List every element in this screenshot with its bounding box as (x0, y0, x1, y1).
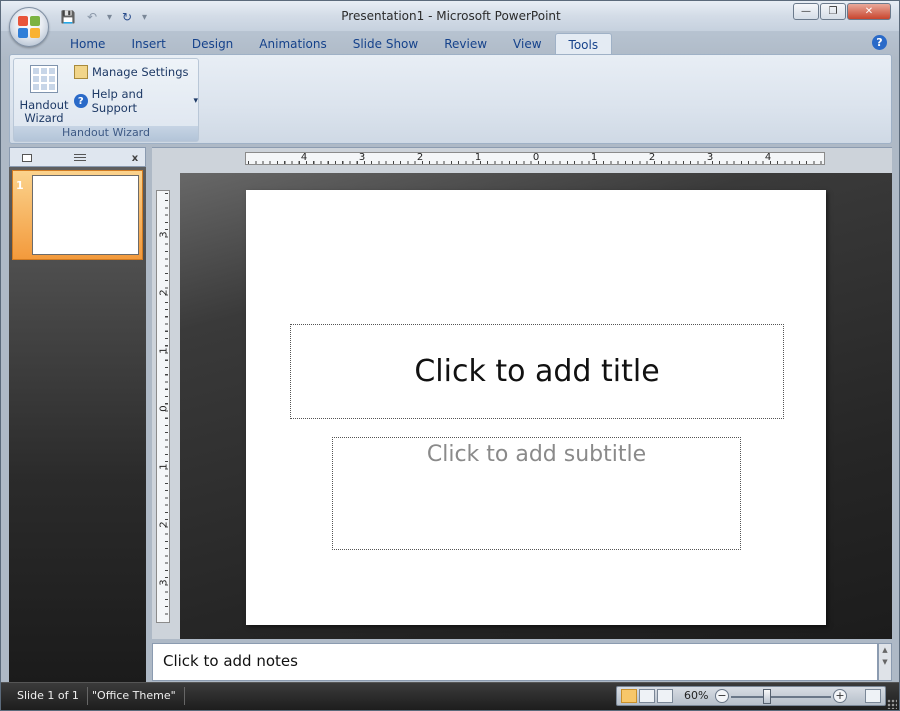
slide-thumbnail-1[interactable]: 1 (12, 170, 143, 260)
hruler-label: 3 (706, 152, 714, 163)
close-button[interactable]: ✕ (847, 3, 891, 20)
slides-tab-icon (22, 154, 32, 162)
group-label: Handout Wizard (14, 126, 198, 141)
hruler-label: 2 (648, 152, 656, 163)
slide-number: 1 (16, 179, 24, 192)
window-title: Presentation1 - Microsoft PowerPoint (341, 9, 561, 23)
slide-thumbnail-preview (32, 175, 139, 255)
vruler-label: 3 (158, 579, 170, 586)
handout-wizard-label-2: Wizard (24, 111, 64, 125)
slide-canvas[interactable]: Click to add title Click to add subtitle (246, 190, 826, 625)
zoom-out-button[interactable]: − (715, 689, 729, 703)
view-zoom-controls: 60% − + (616, 686, 886, 706)
slides-pane-tabs: x (9, 147, 146, 167)
hruler-label: 4 (764, 152, 772, 163)
handout-wizard-button[interactable]: Handout Wizard (18, 63, 70, 125)
slides-tab[interactable] (14, 150, 40, 166)
window-controls: — ❐ ✕ (793, 3, 891, 20)
subtitle-placeholder[interactable]: Click to add subtitle (332, 437, 741, 550)
tab-home[interactable]: Home (57, 33, 118, 55)
title-bar: 💾 ↶ ▾ ↻ ▾ Presentation1 - Microsoft Powe… (1, 1, 899, 31)
close-pane-icon[interactable]: x (129, 150, 141, 166)
fit-to-window-icon[interactable] (865, 689, 881, 703)
zoom-slider-thumb[interactable] (763, 689, 771, 704)
theme-status[interactable]: "Office Theme" (84, 687, 185, 705)
scroll-up-icon[interactable]: ▲ (879, 644, 891, 656)
vertical-ruler: 3 2 1 0 1 2 3 (156, 190, 170, 623)
tab-tools[interactable]: Tools (554, 33, 613, 55)
notes-scrollbar[interactable]: ▲ ▼ (878, 643, 892, 681)
slide-show-view-icon[interactable] (657, 689, 673, 703)
help-support-button[interactable]: ? Help and Support ▾ (74, 87, 198, 115)
hruler-label: 1 (590, 152, 598, 163)
tab-view[interactable]: View (500, 33, 554, 55)
scroll-down-icon[interactable]: ▼ (879, 656, 891, 668)
minimize-button[interactable]: — (793, 3, 819, 20)
tab-insert[interactable]: Insert (118, 33, 178, 55)
vruler-label: 0 (158, 405, 170, 412)
office-button[interactable] (9, 7, 49, 47)
vruler-label: 3 (158, 231, 170, 238)
tab-slide-show[interactable]: Slide Show (340, 33, 431, 55)
outline-tab[interactable] (62, 150, 98, 166)
manage-settings-button[interactable]: Manage Settings (74, 65, 189, 79)
hruler-label: 3 (358, 152, 366, 163)
ribbon-tabs: Home Insert Design Animations Slide Show… (57, 33, 613, 55)
office-logo-icon (18, 16, 40, 38)
horizontal-ruler: 4 3 2 1 0 1 2 3 4 (245, 152, 825, 165)
title-placeholder[interactable]: Click to add title (290, 324, 784, 419)
handout-wizard-group: Handout Wizard Manage Settings ? Help an… (13, 58, 199, 142)
help-icon[interactable]: ? (872, 35, 887, 50)
hruler-label: 2 (416, 152, 424, 163)
zoom-slider-track[interactable] (731, 696, 831, 698)
slide-sorter-view-icon[interactable] (639, 689, 655, 703)
hruler-label: 0 (532, 152, 540, 163)
ribbon: Handout Wizard Manage Settings ? Help an… (9, 54, 892, 144)
normal-view-icon[interactable] (621, 689, 637, 703)
vruler-label: 2 (158, 521, 170, 528)
status-bar: Slide 1 of 1 "Office Theme" 60% − + (1, 682, 899, 710)
zoom-in-button[interactable]: + (833, 689, 847, 703)
tab-design[interactable]: Design (179, 33, 246, 55)
settings-icon (74, 65, 88, 79)
maximize-button[interactable]: ❐ (820, 3, 846, 20)
chevron-down-icon: ▾ (193, 96, 198, 106)
manage-settings-label: Manage Settings (92, 65, 189, 79)
vruler-label: 1 (158, 463, 170, 470)
powerpoint-window: 💾 ↶ ▾ ↻ ▾ Presentation1 - Microsoft Powe… (0, 0, 900, 711)
horizontal-ruler-area: 4 3 2 1 0 1 2 3 4 (152, 147, 892, 173)
vruler-label: 1 (158, 347, 170, 354)
tab-animations[interactable]: Animations (246, 33, 339, 55)
slide-count-status: Slide 1 of 1 (9, 687, 88, 705)
hruler-label: 1 (474, 152, 482, 163)
tab-review[interactable]: Review (431, 33, 500, 55)
handout-wizard-icon (30, 65, 58, 93)
help-support-icon: ? (74, 94, 88, 108)
notes-pane[interactable]: Click to add notes (152, 643, 878, 681)
zoom-level[interactable]: 60% (684, 689, 708, 702)
outline-tab-icon (74, 154, 86, 162)
slides-pane: 1 (9, 167, 146, 682)
help-support-label: Help and Support (91, 87, 144, 115)
hruler-label: 4 (300, 152, 308, 163)
vruler-label: 2 (158, 289, 170, 296)
resize-grip[interactable] (887, 699, 897, 709)
